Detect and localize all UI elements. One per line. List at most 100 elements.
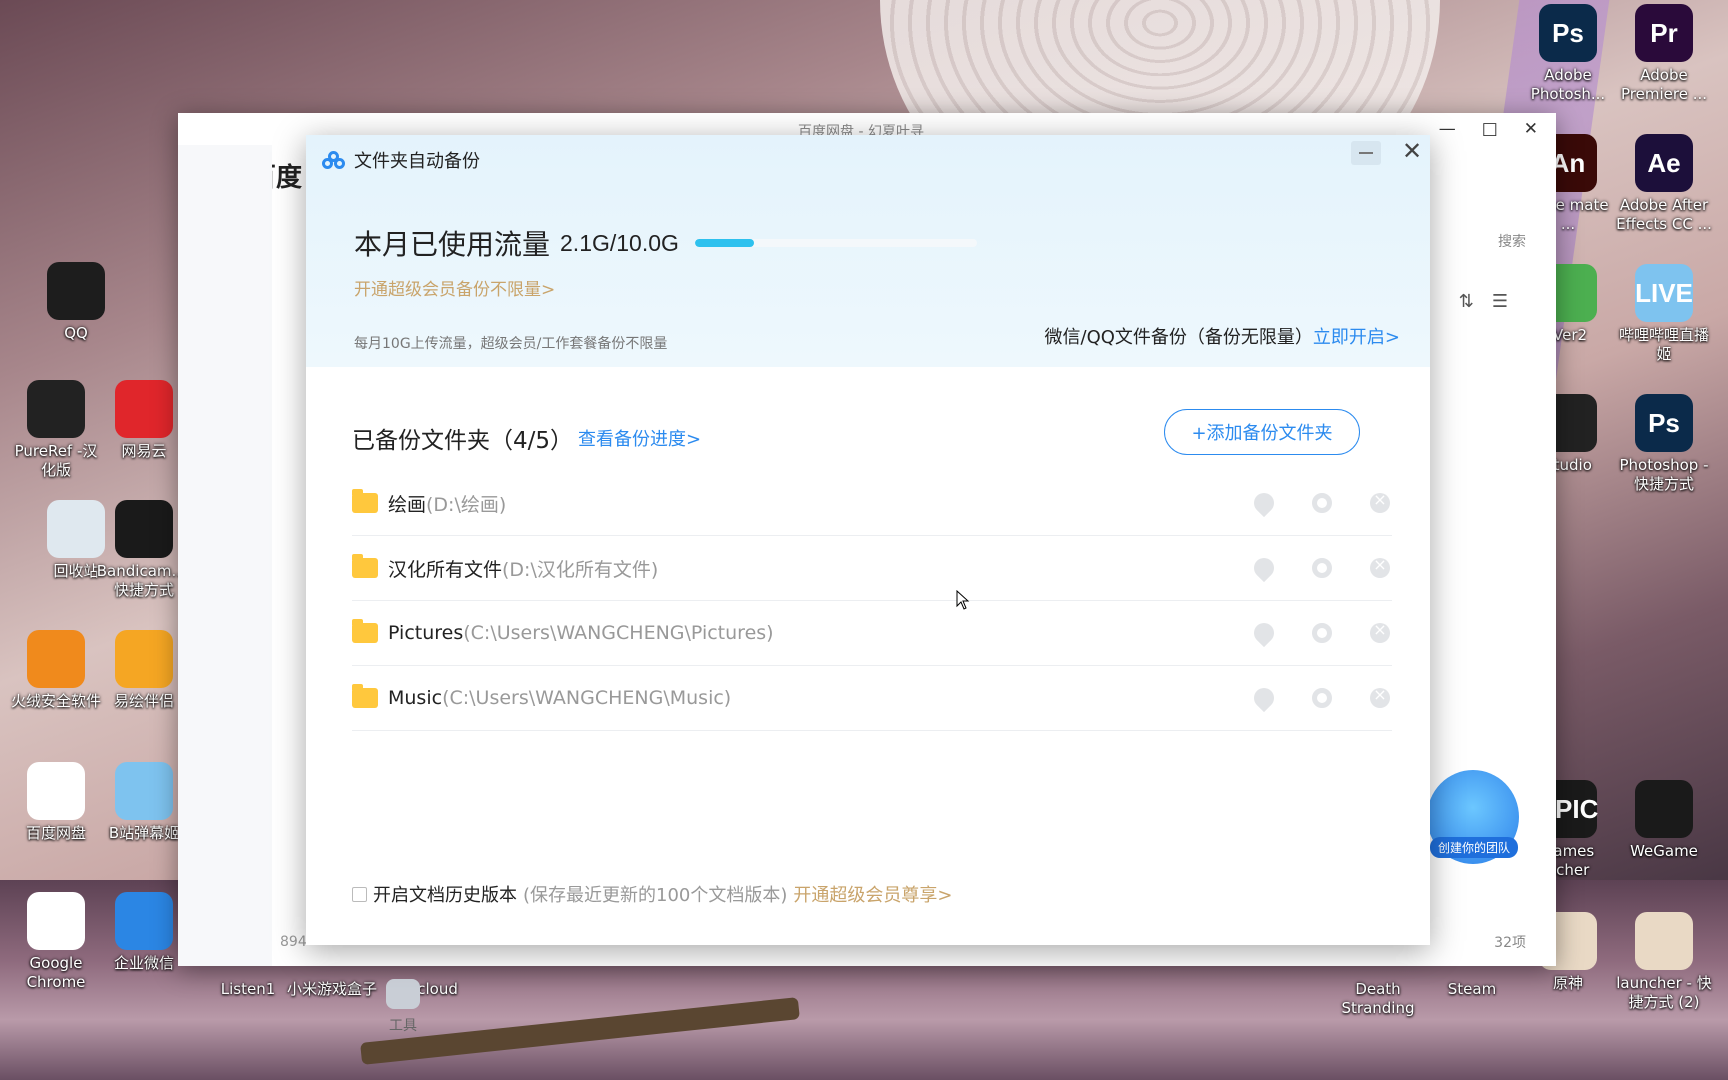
settings-icon[interactable] — [1312, 688, 1332, 708]
doc-history-option: 开启文档历史版本 (保存最近更新的100个文档版本) 开通超级会员尊享> — [352, 881, 953, 907]
desktop-icon[interactable]: QQ — [28, 262, 124, 343]
doc-history-checkbox[interactable] — [352, 886, 367, 902]
folder-actions — [1249, 553, 1392, 583]
remove-icon[interactable] — [1370, 620, 1390, 643]
remove-icon[interactable] — [1370, 555, 1390, 578]
wegame-icon — [1635, 780, 1693, 838]
netease-music-icon — [115, 380, 173, 438]
minimize-icon[interactable] — [1351, 141, 1381, 165]
backup-folder-row[interactable]: 汉化所有文件 (D:\汉化所有文件) — [352, 536, 1392, 601]
desktop-icon[interactable]: Steam — [1424, 980, 1520, 999]
desktop-icon-label: 原神 — [1552, 974, 1583, 992]
bilibili-live-icon: LIVE — [1635, 264, 1693, 322]
sidebar-item[interactable]: 工具 — [356, 979, 450, 1035]
desktop-icon[interactable]: 百度网盘 — [8, 762, 104, 843]
locate-icon[interactable] — [1249, 683, 1279, 713]
view-toggle[interactable]: ⇅☰ — [1459, 291, 1526, 312]
desktop-icon[interactable]: Death Stranding — [1330, 980, 1426, 1018]
desktop-icon-label: Death Stranding — [1341, 980, 1415, 1017]
usage-progress-fill — [694, 239, 755, 247]
yihui-icon — [115, 630, 173, 688]
desktop-icon-label: Steam — [1447, 980, 1497, 998]
folder-name: 绘画 — [388, 493, 427, 516]
folder-path: (D:\汉化所有文件) — [502, 558, 659, 581]
photoshop-shortcut-icon: Ps — [1635, 394, 1693, 452]
doc-history-note: (保存最近更新的100个文档版本) — [523, 885, 788, 906]
desktop-icon[interactable]: Ps Photoshop - 快捷方式 — [1616, 394, 1712, 494]
usage-label: 本月已使用流量 — [354, 228, 551, 261]
chrome-icon — [27, 892, 85, 950]
desktop-icon[interactable]: launcher - 快捷方式 (2) — [1616, 912, 1712, 1012]
folder-icon — [352, 684, 378, 708]
desktop-icon-label: Google Chrome — [26, 954, 86, 991]
remove-icon[interactable] — [1370, 490, 1390, 513]
settings-icon[interactable] — [1312, 623, 1332, 643]
vip-exclusive-link[interactable]: 开通超级会员尊享> — [793, 881, 952, 907]
item-count: 32项 — [1494, 935, 1526, 951]
usage-value: 2.1G/10.0G — [560, 229, 679, 256]
desktop-icon-label: 百度网盘 — [25, 824, 86, 842]
desktop-icon[interactable]: LIVE 哔哩哔哩直播姬 — [1616, 264, 1712, 364]
desktop-icon[interactable]: PureRef -汉化版 — [8, 380, 104, 480]
backup-folder-row[interactable]: Music (C:\Users\WANGCHENG\Music) — [352, 666, 1392, 731]
desktop-icon[interactable]: Pr Adobe Premiere ... — [1616, 4, 1712, 104]
search-input[interactable]: 搜索 — [1498, 231, 1526, 251]
vip-unlimited-link[interactable]: 开通超级会员备份不限量> — [354, 275, 555, 300]
dialog-header: 文件夹自动备份 ✕ 本月已使用流量 2.1G/10.0G 开通超级会员备份不限量… — [306, 135, 1430, 367]
remove-icon[interactable] — [1370, 685, 1390, 708]
premiere-icon: Pr — [1635, 4, 1693, 62]
maximize-icon[interactable]: □ — [1482, 119, 1498, 139]
huorong-icon — [27, 630, 85, 688]
desktop-icon-label: WeGame — [1630, 842, 1698, 860]
usage-row: 本月已使用流量 2.1G/10.0G — [354, 223, 977, 263]
baidu-logo-icon — [322, 151, 346, 169]
bilibili-danmaku-icon — [115, 762, 173, 820]
view-progress-link[interactable]: 查看备份进度> — [578, 425, 701, 451]
create-team-label[interactable]: 创建你的团队 — [1430, 837, 1518, 858]
locate-icon[interactable] — [1249, 553, 1279, 583]
minimize-icon[interactable]: — — [1439, 119, 1456, 139]
add-backup-folder-button[interactable]: +添加备份文件夹 — [1164, 409, 1360, 455]
folder-actions — [1249, 618, 1392, 648]
doc-history-label: 开启文档历史版本 — [373, 885, 517, 906]
folder-icon — [352, 619, 378, 643]
locate-icon[interactable] — [1249, 618, 1279, 648]
desktop-icon-label: Photoshop - 快捷方式 — [1619, 456, 1709, 493]
side-nav — [178, 145, 272, 966]
desktop-icon[interactable]: Ps Adobe Photosh... — [1520, 4, 1616, 104]
baidu-netdisk-icon — [27, 762, 85, 820]
backed-up-folders-title: 已备份文件夹（4/5） — [352, 428, 574, 454]
locate-icon[interactable] — [1249, 488, 1279, 518]
desktop-icon[interactable]: Listen1 — [200, 980, 296, 999]
close-icon[interactable]: ✕ — [1524, 119, 1538, 139]
desktop-icon[interactable]: Ae Adobe After Effects CC ... — [1616, 134, 1712, 234]
folder-name: 汉化所有文件 — [388, 558, 503, 581]
after-effects-icon: Ae — [1635, 134, 1693, 192]
sidebar-item-label: 工具 — [389, 1018, 417, 1034]
desktop-icon-label: Adobe Premiere ... — [1621, 66, 1707, 103]
folder-actions — [1249, 488, 1392, 518]
desktop-icon-label: QQ — [64, 324, 88, 342]
backup-folder-row[interactable]: 绘画 (D:\绘画) — [352, 471, 1392, 536]
backup-folder-row[interactable]: Pictures (C:\Users\WANGCHENG\Pictures) — [352, 601, 1392, 666]
desktop-icon[interactable]: 火绒安全软件 — [8, 630, 104, 711]
settings-icon[interactable] — [1312, 558, 1332, 578]
wechat-qq-backup: 微信/QQ文件备份（备份无限量）立即开启> — [1045, 323, 1401, 349]
folder-backup-dialog: 文件夹自动备份 ✕ 本月已使用流量 2.1G/10.0G 开通超级会员备份不限量… — [306, 135, 1430, 945]
mouse-cursor-icon — [956, 590, 970, 610]
folder-path: (D:\绘画) — [426, 493, 507, 516]
desktop-icon-label: launcher - 快捷方式 (2) — [1616, 974, 1712, 1011]
wecom-icon — [115, 892, 173, 950]
desktop-icon-label: 火绒安全软件 — [10, 692, 101, 710]
desktop-icon[interactable]: Google Chrome — [8, 892, 104, 992]
enable-now-link[interactable]: 立即开启> — [1313, 327, 1400, 348]
desktop-icon-label: PureRef -汉化版 — [14, 442, 98, 479]
folder-name: Pictures — [388, 622, 464, 644]
desktop-icon-label: 哔哩哔哩直播姬 — [1618, 326, 1709, 363]
close-icon[interactable]: ✕ — [1398, 137, 1426, 165]
desktop-icon[interactable]: WeGame — [1616, 780, 1712, 861]
folder-name: Music — [388, 687, 443, 709]
folder-path: (C:\Users\WANGCHENG\Pictures) — [463, 622, 774, 644]
settings-icon[interactable] — [1312, 493, 1332, 513]
folder-path: (C:\Users\WANGCHENG\Music) — [442, 687, 732, 709]
